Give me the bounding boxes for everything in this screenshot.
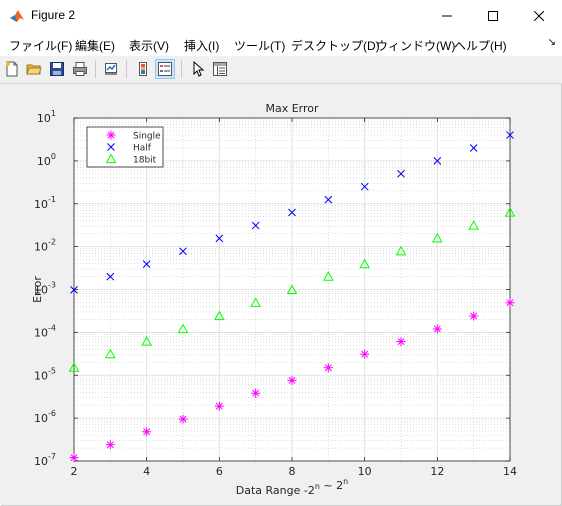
single-data-point [214,401,224,411]
menu-view[interactable]: 表示(V) [129,37,169,54]
close-icon [534,10,544,21]
close-button[interactable] [516,0,562,31]
single-data-point [505,298,515,308]
menu-bar: ファイル(F) 編集(E) 表示(V) 挿入(I) ツール(T) デスクトップ(… [0,31,562,56]
max-error-chart[interactable]: 2 4 6 8 10 12 1410-710-610-510-410-310-210-110… [1,84,561,505]
print-button[interactable] [70,59,90,79]
x-tick-label: 2 [71,465,78,478]
menu-overflow-icon[interactable]: ↘ [548,37,556,48]
window-title: Figure 2 [31,8,76,22]
y-tick-label: 100 [37,152,56,168]
x-tick-label: 4 [143,465,150,478]
single-data-point [287,375,297,385]
toolbar-separator [126,60,127,78]
edit-plot-button[interactable] [188,59,208,79]
title-bar: Figure 2 [0,0,562,31]
colorbar-icon [139,62,147,76]
menu-edit[interactable]: 編集(E) [75,37,115,54]
link-icon [105,63,117,75]
y-tick-label: 10-2 [34,238,56,254]
menu-file[interactable]: ファイル(F) [9,37,72,54]
open-button[interactable] [24,59,44,79]
y-tick-label: 10-5 [34,366,56,382]
x-tick-label: 6 [216,465,223,478]
toolbar-separator [95,60,96,78]
y-tick-label: 10-6 [34,409,56,425]
save-icon [50,62,64,76]
colorbar-button[interactable] [133,59,153,79]
single-data-point [69,453,79,463]
pointer-icon [193,61,205,77]
print-icon [73,62,87,76]
legend-label-half: Half [133,144,152,154]
chart-title: Max Error [265,102,319,115]
y-tick-label: 101 [37,109,56,125]
menu-insert[interactable]: 挿入(I) [184,37,219,54]
y-axis-label: Error [31,276,44,303]
legend-button[interactable] [155,59,175,79]
link-plot-button[interactable] [101,59,121,79]
menu-help[interactable]: ヘルプ(H) [454,37,507,54]
x-axis-label: Data Range -2n ~ 2n [236,477,348,497]
save-button[interactable] [47,59,67,79]
y-tick-label: 10-7 [34,452,56,468]
property-editor-icon [213,62,227,76]
x-tick-label: 8 [289,465,296,478]
single-data-point [178,414,188,424]
minimize-icon [442,15,452,16]
figure-area: 2 4 6 8 10 12 14 10-7 10-6 10-5 10-4 10-3 10-2 10-1 10… [1,84,562,506]
maximize-icon [488,10,498,21]
y-tick-label: 10-4 [34,323,56,339]
x-tick-label: 14 [503,465,517,478]
single-data-point [360,349,370,359]
menu-window[interactable]: ウィンドウ(W) [376,37,455,54]
single-data-point [432,324,442,334]
menu-tools[interactable]: ツール(T) [234,37,285,54]
single-data-point [142,427,152,437]
single-data-point [251,388,261,398]
single-data-point [396,337,406,347]
new-file-button[interactable] [2,59,22,79]
figure-toolbar [0,56,562,84]
legend-marker-single [106,130,116,140]
legend-icon [158,62,172,76]
x-tick-label: 10 [358,465,372,478]
minimize-button[interactable] [424,0,470,31]
property-editor-button[interactable] [210,59,230,79]
matlab-logo-icon [10,10,24,22]
toolbar-separator [181,60,182,78]
x-tick-label: 12 [430,465,444,478]
maximize-button[interactable] [470,0,516,31]
chart-legend: Single Half 18bit [86,126,164,168]
legend-label-18bit: 18bit [133,156,157,166]
single-data-point [323,363,333,373]
open-folder-icon [26,64,42,75]
menu-desktop[interactable]: デスクトップ(D) [291,37,380,54]
new-file-icon [6,61,18,77]
y-tick-label: 10-1 [34,195,56,211]
legend-label-single: Single [133,132,161,142]
